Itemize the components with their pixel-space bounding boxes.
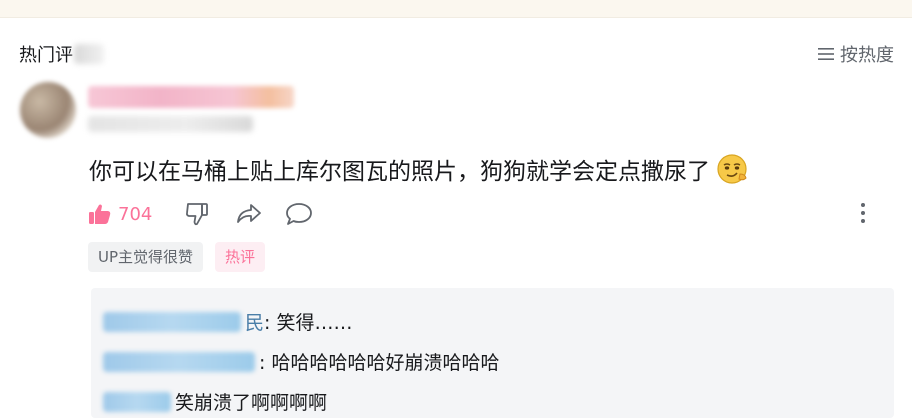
reply-text: 笑崩溃了啊啊啊啊 <box>175 392 328 414</box>
comment-tags: UP主觉得很赞 热评 <box>88 242 266 272</box>
comment-text: 你可以在马桶上贴上库尔图瓦的照片，狗狗就学会定点撒尿了 <box>89 159 710 185</box>
dislike-button[interactable] <box>184 201 210 227</box>
reply-text: : 哈哈哈哈哈哈好崩溃哈哈哈 <box>259 352 500 374</box>
top-banner <box>0 0 912 18</box>
reply-username-blurred[interactable] <box>103 351 255 372</box>
more-dot <box>861 203 865 207</box>
reply-item[interactable]: 笑崩溃了啊啊啊啊 <box>103 388 327 415</box>
thumb-down-icon <box>186 203 209 226</box>
comment-body: 你可以在马桶上贴上库尔图瓦的照片，狗狗就学会定点撒尿了 <box>89 152 750 186</box>
hot-comments-title: 热门评 <box>19 41 73 67</box>
reply-item[interactable]: : 哈哈哈哈哈哈好崩溃哈哈哈 <box>103 348 499 375</box>
avatar[interactable] <box>20 82 76 138</box>
hot-comments-title-text: 热门评 <box>19 45 73 66</box>
comment-actions: 704 <box>88 199 313 229</box>
reply-list: 民 : 笑得…… : 哈哈哈哈哈哈好崩溃哈哈哈 笑崩溃了啊啊啊啊 <box>91 288 894 418</box>
up-liked-tag: UP主觉得很赞 <box>88 242 204 272</box>
smirk-emoji-icon <box>717 154 747 184</box>
username-blurred[interactable] <box>88 86 294 108</box>
reply-text: : 笑得…… <box>264 312 353 334</box>
hot-comment-tag: 热评 <box>215 242 266 272</box>
title-blur-overlay <box>74 44 104 64</box>
more-dot <box>861 219 865 223</box>
reply-username-blurred[interactable] <box>103 311 241 332</box>
reply-bubble-icon <box>286 203 313 225</box>
share-button[interactable] <box>235 201 263 227</box>
share-icon <box>237 204 262 223</box>
thumb-up-icon <box>89 204 111 224</box>
sort-label: 按热度 <box>840 45 894 66</box>
sort-lines-icon <box>818 48 834 60</box>
comment-meta-blurred <box>88 116 253 132</box>
reply-username-blurred[interactable] <box>103 391 171 412</box>
like-count: 704 <box>118 203 153 225</box>
more-options-button[interactable] <box>856 200 870 226</box>
like-button[interactable]: 704 <box>88 202 152 226</box>
reply-username-suffix: 民 <box>245 312 265 334</box>
sort-by-heat-button[interactable]: 按热度 <box>818 41 894 67</box>
reply-button[interactable] <box>285 201 313 227</box>
more-dot <box>861 211 865 215</box>
reply-item[interactable]: 民 : 笑得…… <box>103 308 352 335</box>
